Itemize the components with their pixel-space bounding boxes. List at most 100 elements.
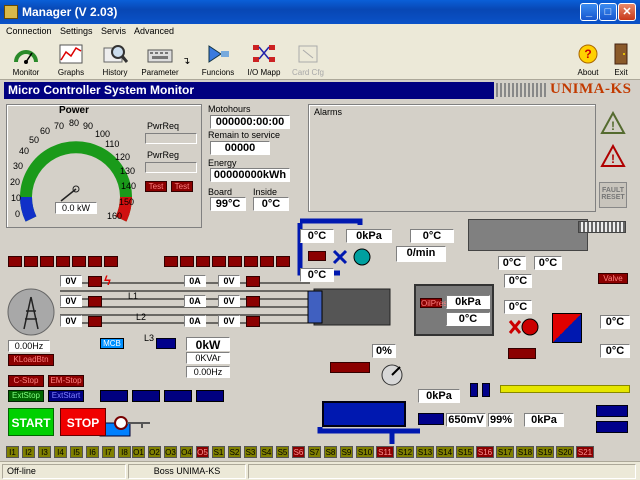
io-s13: S13 — [416, 446, 434, 458]
start-button[interactable]: START — [8, 408, 54, 436]
svg-text:!: ! — [611, 152, 615, 166]
engine-key-icon — [114, 416, 150, 430]
relay-3 — [40, 256, 54, 267]
v2-indicator — [88, 296, 102, 307]
relay-7 — [104, 256, 118, 267]
c-stop-indicator: C-Stop — [8, 375, 44, 387]
gas-valve-indicator — [330, 362, 370, 373]
engine-pressure: 0kPa — [446, 295, 490, 309]
energy-label: Energy — [208, 158, 237, 168]
filter-right — [482, 383, 490, 397]
functions-icon — [208, 45, 229, 63]
gauge-tick-50: 50 — [29, 135, 40, 145]
history-label: History — [102, 68, 128, 77]
gauge-tick-30: 30 — [13, 161, 24, 171]
load-bank-button[interactable]: KLoadBtn — [8, 354, 54, 366]
menu-connection[interactable]: Connection — [6, 26, 52, 36]
io-s7: S7 — [308, 446, 321, 458]
io-s21: S21 — [576, 446, 594, 458]
card-cfg-label: Card Cfg — [291, 68, 324, 77]
v3-indicator — [88, 316, 102, 327]
arrow-icon: ↴ — [182, 56, 191, 67]
history-button[interactable]: History — [98, 42, 132, 79]
power-kvar: 0KVAr — [186, 352, 230, 364]
gauge-tick-130: 130 — [120, 166, 136, 176]
pwr-reg-label: PwrReg — [147, 150, 180, 160]
io-s16: S16 — [476, 446, 494, 458]
io-i4: I4 — [54, 446, 67, 458]
gauge-tick-90: 90 — [83, 121, 94, 131]
io-i7: I7 — [102, 446, 115, 458]
gen-frequency: 0.00Hz — [186, 366, 230, 378]
stop-button[interactable]: STOP — [60, 408, 106, 436]
graphs-button[interactable]: Graphs — [54, 42, 88, 79]
fault-icon: ! — [600, 144, 626, 167]
power-title: Power — [58, 105, 89, 116]
valve-indicator: Valve — [598, 273, 628, 284]
relay-9 — [180, 256, 194, 267]
gauge-icon — [14, 50, 38, 64]
menu-settings[interactable]: Settings — [60, 26, 93, 36]
phase-l1: L1 — [128, 291, 139, 301]
io-s5: S5 — [276, 446, 289, 458]
engine-temp: 0°C — [446, 312, 490, 326]
device-name: Boss UNIMA-KS — [128, 464, 246, 479]
menu-bar: Connection Settings Servis Advanced — [0, 24, 640, 40]
power-panel: Power 0 10 20 30 40 50 60 70 80 90 100 1… — [6, 104, 202, 228]
hx-temp-1: 0°C — [498, 256, 526, 270]
monitor-button[interactable]: Monitor — [8, 42, 44, 79]
lambda-pct: 99% — [488, 413, 514, 427]
parameter-button[interactable]: Parameter — [140, 42, 180, 79]
outlet-temp-2: 0°C — [600, 344, 630, 358]
lambda-mv: 650mV — [446, 413, 486, 427]
aux-indicator-2 — [596, 421, 628, 433]
exit-label: Exit — [614, 68, 628, 77]
gauge-tick-140: 140 — [121, 181, 137, 191]
gv2-indicator — [246, 296, 260, 307]
funcions-label: Funcions — [201, 68, 235, 77]
fuel-temp: 0°C — [300, 268, 334, 282]
gauge-tick-110: 110 — [105, 139, 120, 149]
gauge-tick-60: 60 — [40, 126, 51, 136]
maximize-button[interactable]: □ — [599, 3, 617, 21]
exhaust-temp: 0°C — [300, 229, 334, 243]
pwr-req-label: PwrReq — [147, 121, 180, 131]
mcb-label: MCB — [100, 338, 124, 349]
app-icon — [4, 5, 18, 19]
gauge-tick-10: 10 — [11, 193, 22, 203]
test-gen-button[interactable]: Test — [171, 181, 193, 192]
phase-l3: L3 — [144, 333, 155, 343]
oil-indicator: OilPres — [420, 298, 448, 308]
io-i8: I8 — [118, 446, 131, 458]
about-button[interactable]: ? About — [574, 42, 602, 79]
gen-voltage-l3: 0V — [218, 315, 240, 327]
lambda-indicator — [418, 413, 444, 425]
gauge-tick-80: 80 — [69, 118, 80, 128]
funcions-button[interactable]: Funcions — [198, 42, 238, 79]
voltage-l3: 0V — [60, 315, 82, 327]
io-s9: S9 — [340, 446, 353, 458]
exit-button[interactable]: Exit — [607, 42, 635, 79]
menu-servis[interactable]: Servis — [101, 26, 126, 36]
io-mapp-button[interactable]: I/O Mapp — [244, 42, 284, 79]
about-label: About — [577, 68, 599, 77]
gauge-tick-150: 150 — [119, 197, 135, 207]
relay-14 — [260, 256, 274, 267]
mcb-status — [156, 338, 176, 349]
board-label: Board — [208, 187, 233, 197]
test-button[interactable]: Test — [145, 181, 167, 192]
io-i2: I2 — [22, 446, 35, 458]
coolant-in-temp: 0°C — [410, 229, 454, 243]
card-cfg-button[interactable]: Card Cfg — [290, 42, 326, 79]
chart-icon — [59, 44, 83, 64]
heater-indicator — [308, 251, 326, 261]
io-s19: S19 — [536, 446, 554, 458]
em-stop-indicator: EM-Stop — [48, 375, 84, 387]
power-kw: 0kW — [186, 337, 230, 352]
minimize-button[interactable]: _ — [580, 3, 598, 21]
menu-advanced[interactable]: Advanced — [134, 26, 174, 36]
close-button[interactable]: ✕ — [618, 3, 636, 21]
io-strip: I1 I2 I3 I4 I5 I6 I7 I8 O1 O2 O3 O4 O5 S… — [0, 444, 640, 460]
fault-reset-button[interactable]: FAULT RESET — [599, 182, 627, 208]
relay-2 — [24, 256, 38, 267]
